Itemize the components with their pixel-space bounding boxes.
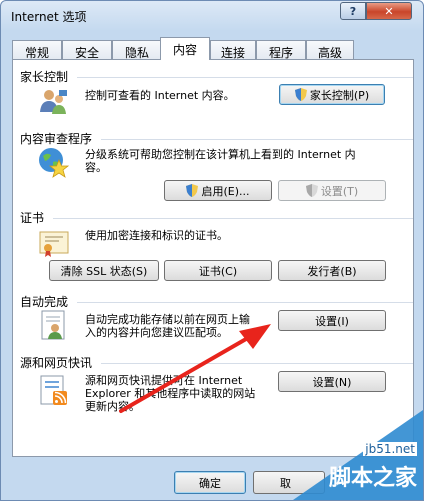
watermark-site: jb51.net xyxy=(363,442,417,456)
tab-content[interactable]: 内容 xyxy=(160,37,210,60)
tab-label: 内容 xyxy=(172,43,197,57)
internet-options-dialog: Internet 选项 ? ✕ 常规 安全 隐私 内容 连接 程序 高级 家长控… xyxy=(0,0,424,501)
watermark-name: 脚本之家 xyxy=(328,466,417,491)
watermark: jb51.net 脚本之家 xyxy=(273,410,423,500)
